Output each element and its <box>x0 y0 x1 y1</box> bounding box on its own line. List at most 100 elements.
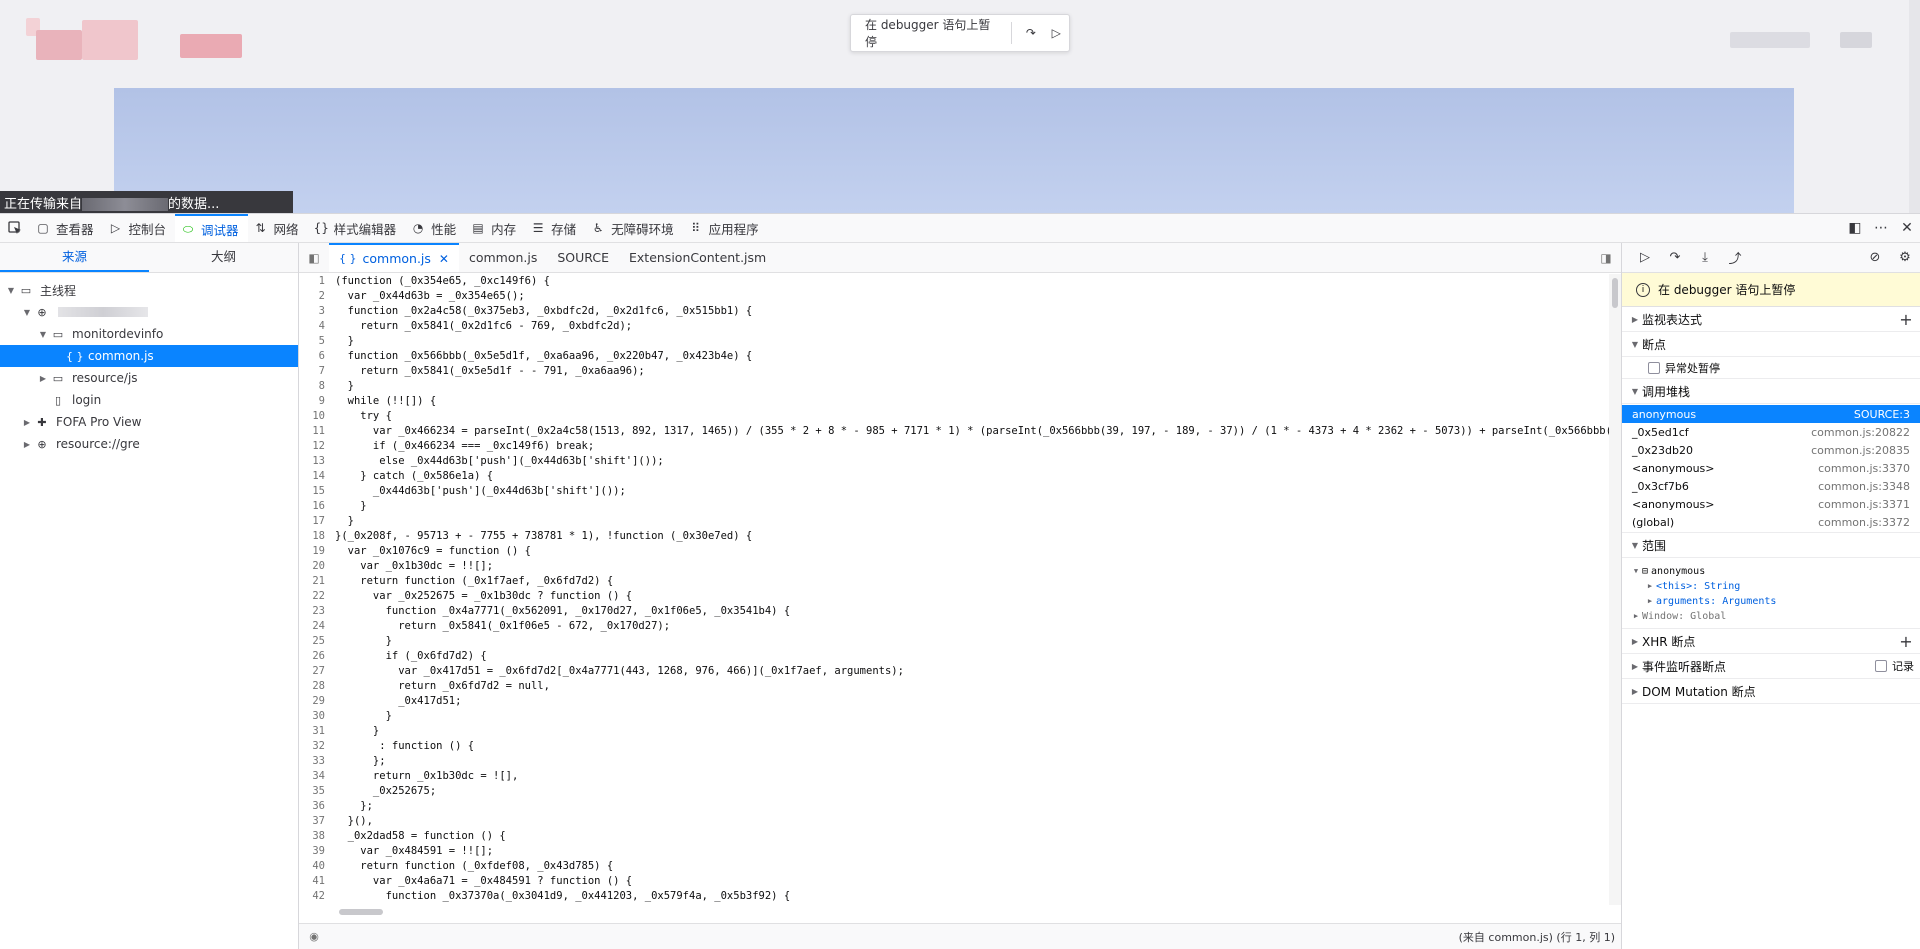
tree-item-folder[interactable]: ▼ ▭ monitordevinfo <box>0 323 298 345</box>
code-line[interactable]: 25 } <box>299 634 1609 649</box>
stack-frame[interactable]: _0x5ed1cf common.js:20822 <box>1622 423 1920 441</box>
record-toggle[interactable]: 记录 <box>1875 658 1920 674</box>
line-number[interactable]: 10 <box>299 409 331 424</box>
code-line[interactable]: 7 return _0x5841(_0x5e5d1f - - 791, _0xa… <box>299 364 1609 379</box>
line-number[interactable]: 2 <box>299 289 331 304</box>
line-number[interactable]: 4 <box>299 319 331 334</box>
tab-memory[interactable]: ▤ 内存 <box>465 214 525 242</box>
line-number[interactable]: 1 <box>299 274 331 289</box>
code-line[interactable]: 30 } <box>299 709 1609 724</box>
vertical-scrollbar[interactable] <box>1609 274 1621 905</box>
section-dom-mutation-breakpoints[interactable]: ▶ DOM Mutation 断点 <box>1622 679 1920 704</box>
step-in-icon[interactable]: ⤓ <box>1690 250 1720 265</box>
code-line[interactable]: 23 function _0x4a7771(_0x562091, _0x170d… <box>299 604 1609 619</box>
tab-sources[interactable]: 来源 <box>0 243 149 272</box>
tab-network[interactable]: ⇅ 网络 <box>248 214 308 242</box>
line-number[interactable]: 7 <box>299 364 331 379</box>
line-number[interactable]: 16 <box>299 499 331 514</box>
tab-performance[interactable]: ◔ 性能 <box>405 214 465 242</box>
code-line[interactable]: 31 } <box>299 724 1609 739</box>
resume-icon[interactable]: ▷ <box>1630 250 1660 265</box>
tree-item-folder[interactable]: ▶ ▭ resource/js <box>0 367 298 389</box>
scope-item[interactable]: ▶ Window: Global <box>1630 609 1920 624</box>
code-line[interactable]: 18}(_0x208f, - 95713 + - 7755 + 738781 *… <box>299 529 1609 544</box>
line-number[interactable]: 33 <box>299 754 331 769</box>
tree-item-file-selected[interactable]: { } common.js <box>0 345 298 367</box>
dock-icon[interactable]: ◧ <box>1842 220 1868 236</box>
section-event-listener-breakpoints[interactable]: ▶ 事件监听器断点 记录 <box>1622 654 1920 679</box>
line-number[interactable]: 27 <box>299 664 331 679</box>
more-options-icon[interactable]: ⋯ <box>1868 220 1894 236</box>
tab-storage[interactable]: ☰ 存储 <box>525 214 585 242</box>
editor-tab-active[interactable]: { } common.js ✕ <box>329 243 459 272</box>
line-number[interactable]: 15 <box>299 484 331 499</box>
stack-frame[interactable]: _0x3cf7b6 common.js:3348 <box>1622 477 1920 495</box>
line-number[interactable]: 42 <box>299 889 331 904</box>
line-number[interactable]: 24 <box>299 619 331 634</box>
code-line[interactable]: 13 else _0x44d63b['push'](_0x44d63b['shi… <box>299 454 1609 469</box>
code-line[interactable]: 24 return _0x5841(_0x1f06e5 - 672, _0x17… <box>299 619 1609 634</box>
section-breakpoints[interactable]: ▼ 断点 <box>1622 332 1920 357</box>
code-line[interactable]: 17 } <box>299 514 1609 529</box>
line-number[interactable]: 36 <box>299 799 331 814</box>
code-line[interactable]: 8 } <box>299 379 1609 394</box>
line-number[interactable]: 32 <box>299 739 331 754</box>
stack-frame[interactable]: anonymous SOURCE:3 <box>1622 405 1920 423</box>
line-number[interactable]: 25 <box>299 634 331 649</box>
deactivate-breakpoints-icon[interactable]: ⊘ <box>1860 250 1890 265</box>
code-line[interactable]: 10 try { <box>299 409 1609 424</box>
tab-application[interactable]: ⠿ 应用程序 <box>683 214 768 242</box>
code-line[interactable]: 32 : function () { <box>299 739 1609 754</box>
tab-console[interactable]: ▷ 控制台 <box>103 214 176 242</box>
line-number[interactable]: 40 <box>299 859 331 874</box>
scrollbar-thumb[interactable] <box>1612 278 1618 308</box>
stack-frame[interactable]: <anonymous> common.js:3371 <box>1622 495 1920 513</box>
code-line[interactable]: 5 } <box>299 334 1609 349</box>
line-number[interactable]: 13 <box>299 454 331 469</box>
line-number[interactable]: 18 <box>299 529 331 544</box>
line-number[interactable]: 3 <box>299 304 331 319</box>
scope-item[interactable]: ▶ arguments: Arguments <box>1630 594 1920 609</box>
toggle-sidebar-icon[interactable]: ◧ <box>299 243 329 272</box>
code-line[interactable]: 27 var _0x417d51 = _0x6fd7d2[_0x4a7771(4… <box>299 664 1609 679</box>
line-number[interactable]: 35 <box>299 784 331 799</box>
line-number[interactable]: 6 <box>299 349 331 364</box>
line-number[interactable]: 43 <box>299 904 331 905</box>
code-line[interactable]: 38 _0x2dad58 = function () { <box>299 829 1609 844</box>
line-number[interactable]: 11 <box>299 424 331 439</box>
code-line[interactable]: 36 }; <box>299 799 1609 814</box>
line-number[interactable]: 34 <box>299 769 331 784</box>
line-number[interactable]: 23 <box>299 604 331 619</box>
line-number[interactable]: 22 <box>299 589 331 604</box>
line-number[interactable]: 37 <box>299 814 331 829</box>
code-line[interactable]: 14 } catch (_0x586e1a) { <box>299 469 1609 484</box>
eye-icon[interactable]: ◉ <box>299 930 329 943</box>
line-number[interactable]: 9 <box>299 394 331 409</box>
code-line[interactable]: 4 return _0x5841(_0x2d1fc6 - 769, _0xbdf… <box>299 319 1609 334</box>
stack-frame[interactable]: (global) common.js:3372 <box>1622 513 1920 531</box>
line-number[interactable]: 20 <box>299 559 331 574</box>
tab-style-editor[interactable]: {} 样式编辑器 <box>308 214 406 242</box>
step-over-icon[interactable]: ↷ <box>1660 250 1690 265</box>
add-icon[interactable]: + <box>1892 632 1920 651</box>
code-line[interactable]: 39 var _0x484591 = !![]; <box>299 844 1609 859</box>
line-number[interactable]: 5 <box>299 334 331 349</box>
tab-accessibility[interactable]: ♿ 无障碍环境 <box>585 214 683 242</box>
line-number[interactable]: 8 <box>299 379 331 394</box>
code-line[interactable]: 33 }; <box>299 754 1609 769</box>
line-number[interactable]: 28 <box>299 679 331 694</box>
tree-item-resource[interactable]: ▶ ⊕ resource://gre <box>0 433 298 455</box>
horizontal-scrollbar[interactable] <box>339 907 1609 917</box>
stack-frame[interactable]: _0x23db20 common.js:20835 <box>1622 441 1920 459</box>
line-number[interactable]: 39 <box>299 844 331 859</box>
code-line[interactable]: 40 return function (_0xfdef08, _0x43d785… <box>299 859 1609 874</box>
code-line[interactable]: 16 } <box>299 499 1609 514</box>
editor-tab[interactable]: common.js <box>459 243 547 272</box>
code-line[interactable]: 42 function _0x37370a(_0x3041d9, _0x4412… <box>299 889 1609 904</box>
code-line[interactable]: 3 function _0x2a4c58(_0x375eb3, _0xbdfc2… <box>299 304 1609 319</box>
line-number[interactable]: 31 <box>299 724 331 739</box>
footer-source[interactable]: (来自 common.js) <box>1459 931 1553 944</box>
settings-gear-icon[interactable]: ⚙ <box>1890 250 1920 265</box>
line-number[interactable]: 29 <box>299 694 331 709</box>
pause-on-exceptions[interactable]: 异常处暂停 <box>1622 357 1920 379</box>
